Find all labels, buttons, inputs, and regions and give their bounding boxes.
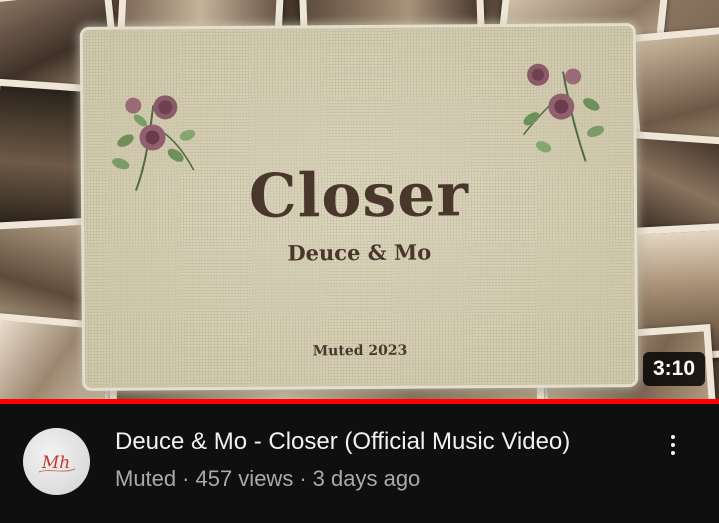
more-vert-icon[interactable] (656, 428, 690, 462)
thumbnail-title: Closer (248, 160, 470, 232)
upload-age: 3 days ago (312, 466, 421, 491)
thumbnail-footer: Muted 2023 (312, 342, 408, 360)
video-card: Closer Deuce & Mo Muted 2023 3:10 Mh Deu… (0, 0, 719, 523)
channel-avatar[interactable]: Mh (23, 428, 90, 495)
svg-text:Mh: Mh (41, 453, 70, 473)
view-count: 457 views (195, 466, 294, 491)
video-metadata: Muted · 457 views · 3 days ago (115, 465, 420, 493)
watch-progress-fill (0, 399, 719, 404)
channel-name[interactable]: Muted (115, 466, 176, 491)
channel-logo-icon: Mh (38, 453, 76, 473)
paper-card: Closer Deuce & Mo Muted 2023 (82, 26, 636, 388)
video-title[interactable]: Deuce & Mo - Closer (Official Music Vide… (115, 427, 655, 457)
video-thumbnail[interactable]: Closer Deuce & Mo Muted 2023 3:10 (0, 0, 719, 399)
thumbnail-artist: Deuce & Mo (287, 239, 432, 266)
duration-badge: 3:10 (643, 352, 705, 386)
watch-progress-bar (0, 399, 719, 404)
meta-separator: · (182, 466, 190, 491)
meta-separator: · (299, 466, 307, 491)
rose-illustration (522, 63, 605, 162)
